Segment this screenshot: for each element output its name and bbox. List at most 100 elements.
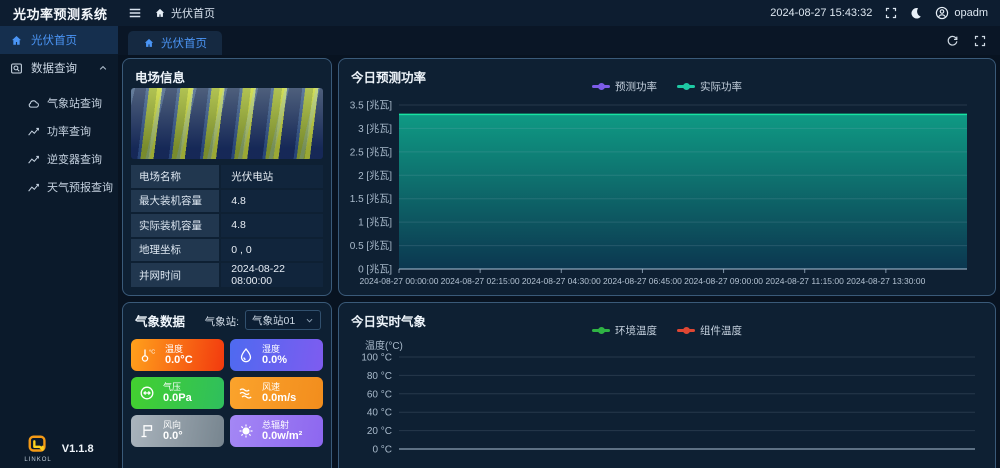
table-row: 最大装机容量 4.8 — [131, 190, 323, 215]
app-version: V1.1.8 — [62, 443, 94, 455]
wind-vane-icon — [139, 423, 155, 439]
solar-farm-image — [131, 88, 323, 159]
legend-item-forecast-power[interactable]: 预测功率 — [592, 79, 657, 94]
sidebar-item-data-query[interactable]: 数据查询 — [0, 54, 118, 82]
svg-text:0 °C: 0 °C — [372, 445, 392, 456]
home-icon — [10, 34, 23, 47]
chart-legend: 环境温度 组件温度 — [339, 323, 995, 338]
sidebar-item-label: 天气预报查询 — [47, 179, 113, 195]
fullscreen-icon[interactable] — [885, 7, 897, 19]
app-title: 光功率预测系统 — [0, 4, 118, 23]
menu-toggle-icon[interactable] — [128, 6, 142, 20]
sidebar-item-power-query[interactable]: 功率查询 — [0, 118, 118, 144]
card-temperature: °C 温度0.0°C — [131, 339, 224, 371]
svg-text:60 °C: 60 °C — [367, 389, 392, 400]
power-forecast-chart[interactable]: 0 [兆瓦]0.5 [兆瓦]1 [兆瓦]1.5 [兆瓦]2 [兆瓦]2.5 [兆… — [347, 93, 987, 293]
legend-item-ambient-temp[interactable]: 环境温度 — [592, 323, 657, 338]
panel-realtime-weather: 今日实时气象 环境温度 组件温度 0 °C20 °C40 °C60 °C80 °… — [338, 302, 996, 468]
row-value: 0 , 0 — [221, 239, 323, 262]
username: opadm — [954, 7, 988, 19]
linkol-logo — [27, 434, 49, 456]
svg-text:100 °C: 100 °C — [361, 353, 392, 364]
logo-text: LINKOL — [24, 457, 51, 463]
droplet-icon — [238, 347, 254, 363]
legend-label: 环境温度 — [615, 323, 657, 338]
dark-mode-moon-icon[interactable] — [910, 7, 922, 19]
sidebar-item-home[interactable]: 光伏首页 — [0, 26, 118, 54]
svg-text:2024-08-27 06:45:00: 2024-08-27 06:45:00 — [603, 276, 682, 286]
main-content: 电场信息 电场名称 光伏电站 最大装机容量 4.8 实际装机容量 4.8 地理坐… — [118, 55, 1000, 468]
user-menu[interactable]: opadm — [935, 6, 988, 20]
sidebar-item-label: 气象站查询 — [47, 95, 102, 111]
svg-text:3 [兆瓦]: 3 [兆瓦] — [358, 123, 392, 135]
svg-text:°C: °C — [149, 350, 155, 356]
tab-home[interactable]: 光伏首页 — [128, 31, 222, 55]
refresh-icon[interactable] — [946, 34, 959, 47]
row-value: 4.8 — [221, 190, 323, 213]
legend-label: 组件温度 — [700, 323, 742, 338]
table-row: 地理坐标 0 , 0 — [131, 239, 323, 264]
fullscreen-icon[interactable] — [974, 35, 986, 47]
station-label: 气象站: — [205, 314, 239, 329]
card-label: 湿度 — [262, 344, 287, 354]
realtime-weather-chart[interactable]: 0 °C20 °C40 °C60 °C80 °C100 °C温度(°C) — [347, 337, 987, 459]
card-label: 风速 — [262, 382, 296, 392]
row-value: 4.8 — [221, 214, 323, 237]
weather-cards: °C 温度0.0°C 湿度0.0% 气压0.0Pa — [131, 339, 323, 447]
breadcrumb[interactable]: 光伏首页 — [154, 5, 215, 21]
card-value: 0.0w/m² — [262, 430, 302, 443]
legend-label: 实际功率 — [700, 79, 742, 94]
tab-bar: 光伏首页 — [118, 26, 1000, 55]
line-chart-icon — [27, 125, 40, 138]
card-label: 气压 — [163, 382, 192, 392]
legend-item-actual-power[interactable]: 实际功率 — [677, 79, 742, 94]
svg-text:2024-08-27 11:15:00: 2024-08-27 11:15:00 — [766, 276, 845, 286]
header-datetime: 2024-08-27 15:43:32 — [770, 7, 872, 19]
gauge-icon — [139, 385, 155, 401]
card-value: 0.0m/s — [262, 392, 296, 405]
sidebar-item-label: 功率查询 — [47, 123, 91, 139]
panel-power-forecast: 今日预测功率 预测功率 实际功率 0 [兆瓦]0.5 [兆瓦]1 [兆瓦]1.5… — [338, 58, 996, 296]
table-row: 并网时间 2024-08-22 08:00:00 — [131, 263, 323, 287]
svg-text:温度(°C): 温度(°C) — [365, 339, 403, 352]
table-row: 实际装机容量 4.8 — [131, 214, 323, 239]
svg-text:2024-08-27 02:15:00: 2024-08-27 02:15:00 — [441, 276, 520, 286]
svg-text:1.5 [兆瓦]: 1.5 [兆瓦] — [350, 193, 392, 205]
sidebar-item-weather-forecast-query[interactable]: 天气预报查询 — [0, 174, 118, 200]
row-label: 最大装机容量 — [131, 190, 221, 213]
top-bar: 光功率预测系统 光伏首页 2024-08-27 15:43:32 — [0, 0, 1000, 26]
row-label: 并网时间 — [131, 263, 221, 287]
breadcrumb-label: 光伏首页 — [171, 5, 215, 21]
svg-text:2024-08-27 09:00:00: 2024-08-27 09:00:00 — [684, 276, 763, 286]
svg-text:2024-08-27 00:00:00: 2024-08-27 00:00:00 — [360, 276, 439, 286]
card-label: 总辐射 — [262, 420, 302, 430]
sidebar-item-label: 逆变器查询 — [47, 151, 102, 167]
card-wind-speed: 风速0.0m/s — [230, 377, 323, 409]
row-value: 2024-08-22 08:00:00 — [221, 263, 323, 287]
line-chart-icon — [27, 181, 40, 194]
home-icon — [143, 37, 155, 49]
user-avatar-icon — [935, 6, 949, 20]
sidebar-item-inverter-query[interactable]: 逆变器查询 — [0, 146, 118, 172]
svg-text:2024-08-27 04:30:00: 2024-08-27 04:30:00 — [522, 276, 601, 286]
sidebar-item-weather-station-query[interactable]: 气象站查询 — [0, 90, 118, 116]
table-row: 电场名称 光伏电站 — [131, 165, 323, 190]
svg-text:0 [兆瓦]: 0 [兆瓦] — [358, 264, 392, 276]
card-label: 温度 — [165, 344, 193, 354]
row-value: 光伏电站 — [221, 165, 323, 188]
svg-text:1 [兆瓦]: 1 [兆瓦] — [358, 217, 392, 229]
svg-text:3.5 [兆瓦]: 3.5 [兆瓦] — [350, 100, 392, 112]
station-select[interactable]: 气象站01 — [245, 310, 321, 330]
legend-label: 预测功率 — [615, 79, 657, 94]
svg-text:2 [兆瓦]: 2 [兆瓦] — [358, 170, 392, 182]
svg-text:2024-08-27 13:30:00: 2024-08-27 13:30:00 — [846, 276, 925, 286]
legend-item-module-temp[interactable]: 组件温度 — [677, 323, 742, 338]
row-label: 电场名称 — [131, 165, 221, 188]
sidebar-footer: LINKOL V1.1.8 — [0, 434, 118, 463]
chevron-up-icon — [98, 63, 108, 73]
panel-title: 气象数据 — [135, 311, 185, 330]
weather-cloud-icon — [27, 97, 40, 110]
station-select-value: 气象站01 — [252, 313, 295, 328]
row-label: 实际装机容量 — [131, 214, 221, 237]
field-info-table: 电场名称 光伏电站 最大装机容量 4.8 实际装机容量 4.8 地理坐标 0 ,… — [131, 165, 323, 287]
